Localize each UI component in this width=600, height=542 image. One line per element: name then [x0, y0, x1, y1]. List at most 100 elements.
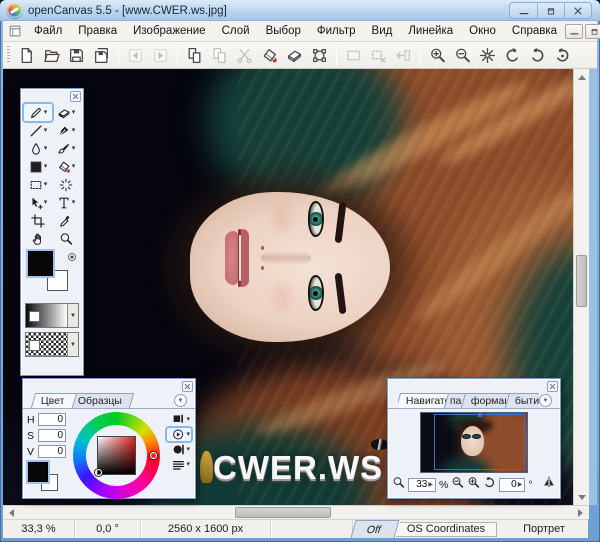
tool-select-rect[interactable]: ▾: [24, 176, 52, 193]
close-icon[interactable]: [70, 91, 81, 102]
vertical-scroll-track[interactable]: [574, 84, 589, 490]
menu-Окно[interactable]: Окно: [461, 23, 504, 39]
document-icon[interactable]: [8, 24, 22, 39]
tool-pen[interactable]: ▾: [52, 122, 80, 139]
hue-input[interactable]: 0: [38, 413, 66, 426]
color-panel-menu-button[interactable]: ▼: [174, 394, 187, 407]
copy-button[interactable]: [182, 44, 207, 67]
close-button[interactable]: [564, 3, 591, 18]
dropdown-caret-icon[interactable]: ▾: [72, 163, 76, 170]
foreground-color-swatch[interactable]: [26, 460, 50, 484]
navigator-tab-бытие[interactable]: бытие: [505, 393, 539, 408]
tool-bucket-fill[interactable]: ▾: [52, 158, 80, 175]
open-file-button[interactable]: [39, 44, 64, 67]
zoom-out-button[interactable]: [450, 44, 475, 67]
pattern-selector[interactable]: ▼: [25, 332, 79, 357]
tool-text[interactable]: ▾: [52, 194, 80, 211]
menu-Вид[interactable]: Вид: [364, 23, 401, 39]
dropdown-caret-icon[interactable]: ▾: [72, 109, 76, 116]
new-file-button[interactable]: [14, 44, 39, 67]
save-as-button[interactable]: [89, 44, 114, 67]
foreground-color-swatch[interactable]: [26, 249, 55, 278]
dropdown-caret-icon[interactable]: ▾: [72, 199, 76, 206]
dropdown-caret-icon[interactable]: ▾: [44, 199, 48, 206]
close-icon[interactable]: [547, 381, 558, 392]
dropdown-caret-icon[interactable]: ▾: [186, 431, 190, 438]
tool-pencil[interactable]: ▾: [22, 102, 54, 123]
tool-shape[interactable]: ▾: [24, 158, 52, 175]
eraser-button[interactable]: [282, 44, 307, 67]
swatch-square-mode-button[interactable]: ▾: [167, 413, 191, 426]
mdi-restore-button[interactable]: [585, 23, 600, 39]
vertical-scroll-thumb[interactable]: [576, 254, 587, 307]
zoom-in-button[interactable]: [425, 44, 450, 67]
save-button[interactable]: [64, 44, 89, 67]
dropdown-caret-icon[interactable]: ▾: [72, 127, 76, 134]
fill-button[interactable]: [257, 44, 282, 67]
menu-Изображение[interactable]: Изображение: [125, 23, 213, 39]
sv-marker[interactable]: [95, 469, 102, 476]
dropdown-caret-icon[interactable]: ▾: [186, 416, 190, 423]
tool-move[interactable]: ▾: [24, 194, 52, 211]
gradient-dropdown[interactable]: ▼: [67, 304, 78, 327]
menu-Выбор[interactable]: Выбор: [258, 23, 309, 39]
hue-marker[interactable]: [150, 452, 157, 459]
scroll-right-arrow[interactable]: [573, 506, 589, 519]
list-mode-button[interactable]: ▾: [167, 458, 191, 471]
zoom-out-icon[interactable]: [451, 476, 464, 494]
swap-colors-toggle[interactable]: [68, 253, 76, 261]
rotate-cw-button[interactable]: [525, 44, 550, 67]
menu-Линейка[interactable]: Линейка: [400, 23, 461, 39]
dropdown-caret-icon[interactable]: ▾: [44, 181, 48, 188]
color-wheel[interactable]: [73, 412, 160, 499]
free-transform-button[interactable]: [307, 44, 332, 67]
value-input[interactable]: 0: [38, 445, 66, 458]
play-mode-button[interactable]: ▾: [165, 426, 193, 443]
tool-brush[interactable]: ▾: [52, 140, 80, 157]
horizontal-scroll-thumb[interactable]: [235, 507, 332, 518]
color-panel-header[interactable]: [23, 379, 195, 392]
menu-Файл[interactable]: Файл: [26, 23, 70, 39]
ball-mode-button[interactable]: ▾: [167, 443, 191, 456]
dropdown-caret-icon[interactable]: ▾: [44, 127, 48, 134]
menu-Справка[interactable]: Справка: [504, 23, 565, 39]
color-tab-Образцы[interactable]: Образцы: [67, 393, 134, 408]
saturation-value-square[interactable]: [97, 436, 136, 475]
saturation-input[interactable]: 0: [38, 429, 66, 442]
navigator-thumbnail[interactable]: [420, 411, 528, 473]
tool-line[interactable]: ▾: [24, 122, 52, 139]
reset-rotation-button[interactable]: [550, 44, 575, 67]
navigator-menu-button[interactable]: ▼: [539, 394, 552, 407]
rotate-view-icon[interactable]: [483, 476, 496, 494]
dropdown-caret-icon[interactable]: ▾: [72, 145, 76, 152]
toolbar-grip[interactable]: [7, 46, 10, 64]
mdi-minimize-button[interactable]: [565, 23, 584, 39]
flip-view-icon[interactable]: [542, 475, 556, 494]
dropdown-caret-icon[interactable]: ▾: [186, 461, 190, 468]
navigator-rotation-input[interactable]: 0 ▶: [499, 477, 526, 492]
restore-button[interactable]: [537, 3, 564, 18]
navigator-zoom-input[interactable]: 33 ▶: [408, 477, 436, 492]
tool-eraser[interactable]: ▾: [52, 104, 80, 121]
tool-watercolor[interactable]: ▾: [24, 140, 52, 157]
navigator-viewport-rect[interactable]: [434, 412, 525, 470]
tool-crop[interactable]: [24, 212, 52, 229]
scroll-up-arrow[interactable]: [574, 69, 589, 84]
dropdown-caret-icon[interactable]: ▾: [44, 163, 48, 170]
tool-zoom[interactable]: [52, 230, 80, 247]
zoom-in-icon[interactable]: [467, 476, 480, 494]
scroll-down-arrow[interactable]: [574, 490, 589, 505]
fit-view-icon[interactable]: [392, 476, 405, 494]
dropdown-caret-icon[interactable]: ▾: [44, 109, 48, 116]
dropdown-caret-icon[interactable]: ▾: [186, 446, 190, 453]
gradient-selector[interactable]: ▼: [25, 303, 79, 328]
tool-palette-header[interactable]: [21, 89, 83, 102]
tool-eyedropper[interactable]: [52, 212, 80, 229]
navigator-header[interactable]: [388, 379, 560, 392]
actual-pixels-button[interactable]: [475, 44, 500, 67]
horizontal-scroll-track[interactable]: [19, 506, 573, 519]
tool-hand[interactable]: [24, 230, 52, 247]
tool-magic-wand[interactable]: [52, 176, 80, 193]
menu-Правка[interactable]: Правка: [70, 23, 125, 39]
navigator-tab-Навигатор[interactable]: Навигатор: [398, 393, 450, 408]
